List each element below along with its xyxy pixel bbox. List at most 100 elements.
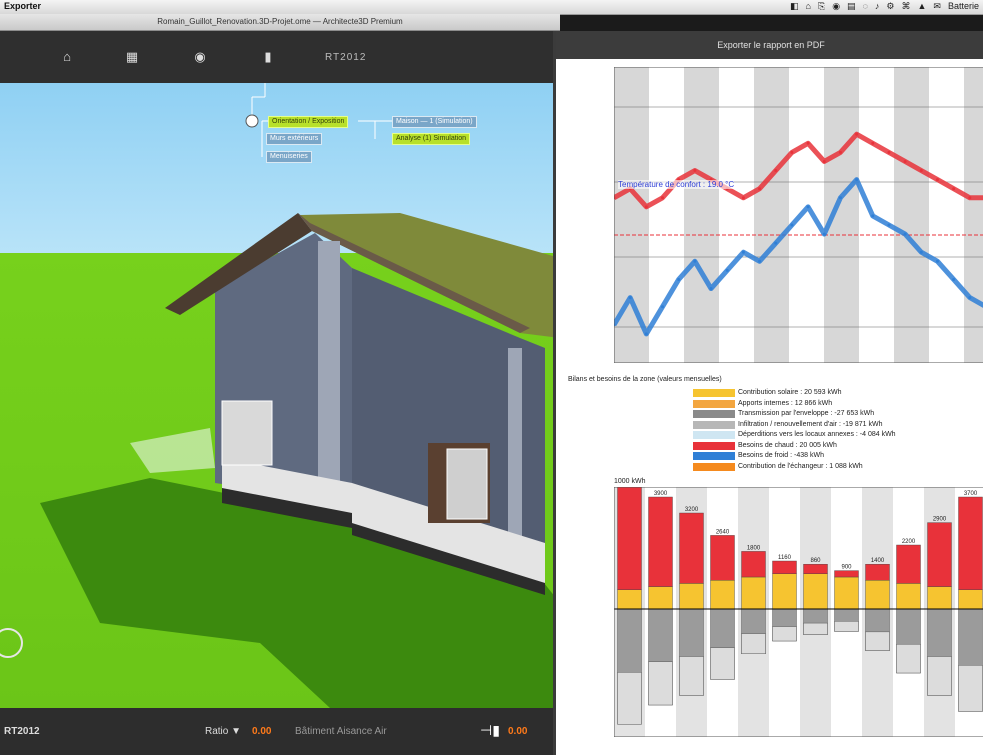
status-icon-5[interactable]: ◌ [863,1,868,12]
month-band [824,67,859,363]
series-point [855,132,859,136]
monthly-bar-chart: 4400390032002640180011608609001400220029… [614,487,983,737]
status-icon-11[interactable]: Batterie [948,1,979,12]
corner-pillar [318,241,340,491]
navigation-control-icon[interactable] [0,628,23,658]
gain-bar [927,586,952,610]
ventilation-bar [617,672,642,725]
window-title: Romain_Guillot_Renovation.3D-Projet.ome … [0,14,560,31]
series-point [838,196,842,200]
bar-data-label: 1400 [871,558,885,564]
slider-icon[interactable]: ⊣▮ [480,722,500,739]
heating-bar [617,487,642,591]
series-point [644,205,648,209]
heating-bar [679,512,704,584]
gain-bar [896,583,921,610]
month-band [894,67,929,363]
status-icon-2[interactable]: ⎘ [818,1,825,12]
gain-bar [772,573,797,610]
gain-bar [710,579,735,610]
legend-label: Contribution de l'échangeur : 1 088 kWh [738,462,863,470]
series-point [968,196,972,200]
series-point [838,150,842,154]
right-value: 0.00 [508,726,528,737]
eye-icon[interactable]: ◉ [190,47,210,67]
bar-data-label: 2200 [902,539,916,545]
tree-node-orientation[interactable]: Orientation / Exposition [268,116,349,128]
series-point [758,259,762,263]
legend-item: Apports internes : 12 866 kWh [693,399,832,409]
status-icon-9[interactable]: ▲ [918,1,927,12]
heating-bar [927,522,952,587]
gain-bar [803,573,828,610]
status-icon-3[interactable]: ◉ [832,1,840,12]
grid-icon[interactable]: ▦ [122,47,142,67]
building-label: Bâtiment Aisance Air [295,726,387,737]
series-point [644,332,648,336]
export-pdf-button[interactable]: Exporter le rapport en PDF [556,31,983,59]
series-point [887,223,891,227]
series-point [774,241,778,245]
ventilation-bar [648,661,673,706]
app-toolbar: ⌂ ▦ ◉ ▮ RT2012 [0,31,560,83]
heating-bar [741,551,766,578]
ventilation-bar [958,665,983,712]
tree-node-walls[interactable]: Murs extérieurs [266,133,323,145]
gain-bar [648,586,673,610]
document-icon[interactable]: ▮ [258,47,278,67]
status-icon-10[interactable]: ✉ [933,1,941,12]
tree-node-windows[interactable]: Menuiseries [266,151,312,163]
ventilation-bar [803,622,828,635]
legend-swatch [693,389,735,397]
heating-bar [896,544,921,584]
3d-viewport[interactable]: Orientation / Exposition Murs extérieurs… [0,83,560,708]
gain-bar [834,576,859,610]
ratio-value: 0.00 [252,726,272,737]
home-icon[interactable]: ⌂ [57,47,77,67]
status-icon-0[interactable]: ◧ [790,1,799,12]
light-patch [130,428,215,473]
legend-swatch [693,441,735,450]
status-icon-7[interactable]: ⚙ [886,1,894,12]
y-axis-label: 1000 kWh [614,478,646,485]
standard-label[interactable]: RT2012 [325,52,366,63]
tree-root-icon[interactable] [245,114,259,128]
series-point [919,250,923,254]
series-point [741,250,745,254]
series-point [790,223,794,227]
series-point [903,232,907,236]
series-point [628,296,632,300]
heating-bar [803,563,828,574]
gain-bar [865,579,890,610]
status-icon-8[interactable]: ⌘ [902,1,911,12]
ventilation-bar [834,621,859,632]
month-band [719,67,754,363]
temperature-chart [614,67,983,363]
series-point [709,287,713,291]
series-point [822,232,826,236]
ventilation-bar [741,633,766,654]
ratio-label[interactable]: Ratio ▼ [205,726,241,737]
gain-bar [679,583,704,610]
status-icon-4[interactable]: ▤ [847,1,856,12]
gain-bar [741,576,766,610]
app-menu[interactable]: Exporter [4,1,41,11]
series-point [952,277,956,281]
house-model[interactable] [0,83,560,708]
series-point [935,259,939,263]
ventilation-bar [896,643,921,674]
legend-label: Besoins de froid : -438 kWh [738,452,824,459]
legend-item: Besoins de chaud : 20 005 kWh [693,441,837,451]
month-band [789,67,824,363]
series-point [741,196,745,200]
comfort-annotation: Température de confort : 19.0 °C [618,180,735,189]
heating-bar [834,570,859,578]
tree-node-analysis[interactable]: Analyse (1) Simulation [392,133,471,145]
tree-node-house[interactable]: Maison — 1 (Simulation) [392,116,477,128]
door-window [446,448,488,520]
series-point [855,178,859,182]
status-icon-6[interactable]: ♪ [875,1,880,12]
bar-data-label: 900 [841,565,852,571]
series-point [968,296,972,300]
status-icon-1[interactable]: ⌂ [806,1,811,12]
